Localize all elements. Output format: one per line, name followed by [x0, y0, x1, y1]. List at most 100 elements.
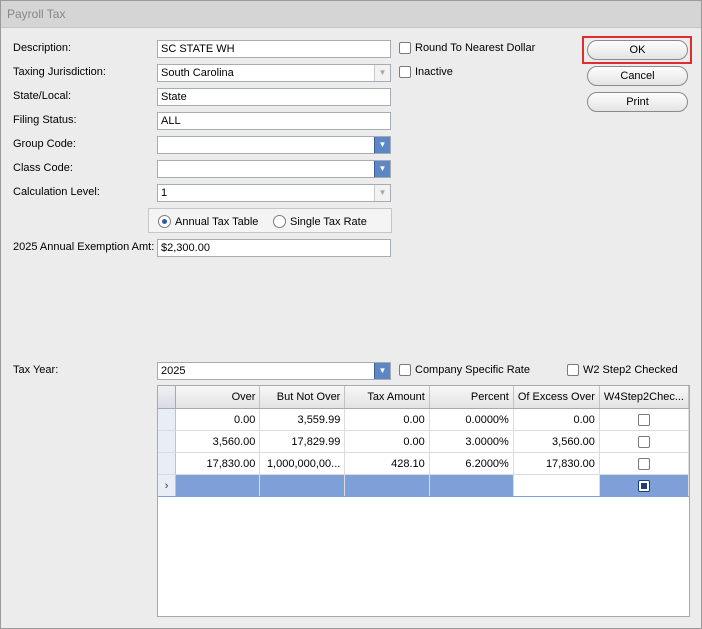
- exemption-value: $2,300.00: [161, 242, 210, 254]
- cell-over[interactable]: 0.00: [175, 408, 261, 431]
- row-selector-header: [158, 386, 177, 409]
- grid-header-row: Over But Not Over Tax Amount Percent Of …: [158, 386, 689, 409]
- cell-tax-amount[interactable]: 428.10: [344, 452, 430, 475]
- annual-tax-table-radio[interactable]: Annual Tax Table: [158, 215, 258, 228]
- state-local-input[interactable]: State: [157, 88, 391, 106]
- cell-of-excess-over[interactable]: 3,560.00: [513, 430, 600, 453]
- cell-but-not-over[interactable]: 17,829.99: [259, 430, 346, 453]
- table-row[interactable]: 0.00 3,559.99 0.00 0.0000% 0.00: [158, 408, 689, 431]
- w2-step2-checked-checkbox[interactable]: W2 Step2 Checked: [567, 364, 678, 376]
- column-header[interactable]: Over: [175, 386, 261, 409]
- group-code-label: Group Code:: [13, 138, 76, 150]
- new-row[interactable]: ›: [158, 474, 689, 497]
- filing-status-input[interactable]: ALL: [157, 112, 391, 130]
- checkbox-icon: [399, 42, 411, 54]
- tax-year-label: Tax Year:: [13, 364, 59, 376]
- cell-w4step2[interactable]: [599, 430, 689, 453]
- row-selector[interactable]: [158, 452, 177, 475]
- chevron-down-icon[interactable]: ▼: [374, 185, 390, 201]
- round-to-nearest-dollar-checkbox[interactable]: Round To Nearest Dollar: [399, 42, 535, 54]
- cell-w4step2[interactable]: [599, 408, 689, 431]
- checkbox-icon: [399, 364, 411, 376]
- taxing-jurisdiction-value: South Carolina: [161, 67, 234, 79]
- cell-percent[interactable]: 3.0000%: [429, 430, 514, 453]
- class-code-label: Class Code:: [13, 162, 73, 174]
- cell-w4step2[interactable]: [599, 452, 689, 475]
- inactive-checkbox[interactable]: Inactive: [399, 66, 453, 78]
- window-title: Payroll Tax: [7, 7, 66, 21]
- column-header[interactable]: Of Excess Over: [513, 386, 600, 409]
- class-code-select[interactable]: ▼: [157, 160, 391, 178]
- w2-step2-label: W2 Step2 Checked: [583, 364, 678, 376]
- new-row-marker-icon: ›: [158, 474, 177, 497]
- inactive-label: Inactive: [415, 66, 453, 78]
- cell-of-excess-over[interactable]: 17,830.00: [513, 452, 600, 475]
- cell-percent[interactable]: 0.0000%: [429, 408, 514, 431]
- new-cell-over[interactable]: [175, 474, 261, 497]
- chevron-down-icon[interactable]: ▼: [374, 363, 390, 379]
- taxing-jurisdiction-label: Taxing Jurisdiction:: [13, 66, 106, 78]
- row-selector[interactable]: [158, 408, 177, 431]
- cancel-button[interactable]: Cancel: [587, 66, 688, 86]
- calculation-level-value: 1: [161, 187, 168, 199]
- title-bar: Payroll Tax: [1, 1, 701, 28]
- taxing-jurisdiction-select[interactable]: South Carolina ▼: [157, 64, 391, 82]
- tax-table: Over But Not Over Tax Amount Percent Of …: [158, 386, 689, 497]
- checkbox-icon[interactable]: [637, 457, 650, 470]
- checkbox-icon[interactable]: [637, 413, 650, 426]
- column-header[interactable]: Tax Amount: [344, 386, 430, 409]
- company-specific-label: Company Specific Rate: [415, 364, 530, 376]
- cell-of-excess-over[interactable]: 0.00: [513, 408, 600, 431]
- description-label: Description:: [13, 42, 72, 54]
- single-tax-rate-radio[interactable]: Single Tax Rate: [273, 215, 367, 228]
- new-cell-but-not-over[interactable]: [259, 474, 346, 497]
- tax-year-select[interactable]: 2025 ▼: [157, 362, 391, 380]
- new-cell-of-excess-over[interactable]: [513, 474, 600, 497]
- cell-percent[interactable]: 6.2000%: [429, 452, 514, 475]
- new-cell-w4step2[interactable]: [599, 474, 689, 497]
- radio-unselected-icon: [273, 215, 286, 228]
- column-header[interactable]: But Not Over: [259, 386, 346, 409]
- calculation-level-label: Calculation Level:: [13, 186, 100, 198]
- exemption-input[interactable]: $2,300.00: [157, 239, 391, 257]
- radio-selected-icon: [158, 215, 171, 228]
- column-header[interactable]: Percent: [429, 386, 514, 409]
- filing-status-label: Filing Status:: [13, 114, 77, 126]
- chevron-down-icon[interactable]: ▼: [374, 65, 390, 81]
- exemption-label: 2025 Annual Exemption Amt:: [13, 241, 155, 253]
- cell-over[interactable]: 17,830.00: [175, 452, 261, 475]
- tax-table-grid[interactable]: Over But Not Over Tax Amount Percent Of …: [157, 385, 690, 617]
- state-local-value: State: [161, 91, 187, 103]
- company-specific-rate-checkbox[interactable]: Company Specific Rate: [399, 364, 530, 376]
- cell-but-not-over[interactable]: 3,559.99: [259, 408, 346, 431]
- tax-method-group: Annual Tax Table Single Tax Rate: [148, 208, 392, 233]
- chevron-down-icon[interactable]: ▼: [374, 137, 390, 153]
- checkbox-icon[interactable]: [637, 435, 650, 448]
- table-row[interactable]: 17,830.00 1,000,000,00... 428.10 6.2000%…: [158, 452, 689, 475]
- row-selector[interactable]: [158, 430, 177, 453]
- cell-tax-amount[interactable]: 0.00: [344, 430, 430, 453]
- cell-over[interactable]: 3,560.00: [175, 430, 261, 453]
- chevron-down-icon[interactable]: ▼: [374, 161, 390, 177]
- description-value: SC STATE WH: [161, 43, 235, 55]
- round-label: Round To Nearest Dollar: [415, 42, 536, 54]
- filing-status-value: ALL: [161, 115, 181, 127]
- annual-tax-table-label: Annual Tax Table: [175, 215, 259, 228]
- new-cell-tax-amount[interactable]: [344, 474, 430, 497]
- checkbox-checked-icon[interactable]: [637, 479, 650, 492]
- column-header[interactable]: W4Step2Chec...: [599, 386, 689, 409]
- print-button[interactable]: Print: [587, 92, 688, 112]
- group-code-select[interactable]: ▼: [157, 136, 391, 154]
- description-input[interactable]: SC STATE WH: [157, 40, 391, 58]
- new-cell-percent[interactable]: [429, 474, 514, 497]
- tax-year-value: 2025: [161, 365, 186, 377]
- payroll-tax-window: Payroll Tax Description: Taxing Jurisdic…: [0, 0, 702, 629]
- calculation-level-select[interactable]: 1 ▼: [157, 184, 391, 202]
- ok-button[interactable]: OK: [587, 40, 688, 60]
- state-local-label: State/Local:: [13, 90, 72, 102]
- checkbox-icon: [567, 364, 579, 376]
- table-row[interactable]: 3,560.00 17,829.99 0.00 3.0000% 3,560.00: [158, 430, 689, 453]
- single-tax-rate-label: Single Tax Rate: [290, 215, 367, 228]
- cell-but-not-over[interactable]: 1,000,000,00...: [259, 452, 346, 475]
- cell-tax-amount[interactable]: 0.00: [344, 408, 430, 431]
